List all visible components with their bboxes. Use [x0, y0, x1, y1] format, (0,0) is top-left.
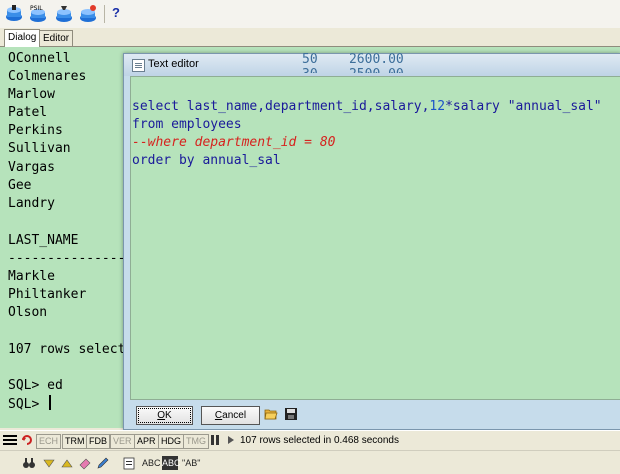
console-line: OConnell: [8, 51, 71, 66]
console-prompt-active[interactable]: SQL>: [8, 395, 52, 413]
text-editor-dialog: Text editor 50 2600.00 30 2500.00 select…: [123, 52, 620, 430]
arrow-up-icon[interactable]: [60, 456, 74, 470]
eraser-icon[interactable]: [78, 456, 92, 470]
console-line: Philtanker: [8, 287, 87, 302]
salary-expression: *salary: [445, 99, 508, 114]
editor-line-order-by: order by annual_sal: [132, 153, 281, 168]
cancel-label-rest: ancel: [222, 410, 247, 421]
main-toolbar: PSIL ?: [0, 0, 620, 29]
case-abc-button[interactable]: ABC: [142, 456, 161, 470]
alias-string: "annual_sal": [507, 99, 602, 114]
dialog-title-bar[interactable]: Text editor 50 2600.00 30 2500.00: [124, 52, 620, 76]
status-heading[interactable]: HDG: [158, 434, 184, 449]
arrow-down-icon[interactable]: [42, 456, 56, 470]
console-line: Perkins: [8, 123, 63, 138]
status-message: 107 rows selected in 0.468 seconds: [240, 435, 399, 446]
select-clause: select last_name,department_id,salary,: [132, 99, 430, 114]
dialog-title: Text editor: [148, 58, 199, 70]
console-prompt-line: SQL> ed: [8, 378, 63, 393]
console-line: Landry: [8, 196, 55, 211]
editor-line-comment: --where department_id = 80: [132, 135, 336, 150]
clipboard-icon[interactable]: [122, 456, 136, 470]
tab-dialog[interactable]: Dialog: [4, 29, 41, 47]
console-line: Gee: [8, 178, 32, 193]
tab-editor[interactable]: Editor: [39, 30, 74, 46]
bottom-toolbar: ABC ABC "AB": [0, 450, 620, 474]
lines-icon: [2, 433, 18, 447]
sql-editor-textarea[interactable]: select last_name,department_id,salary,12…: [130, 76, 620, 400]
console-line: Sullivan: [8, 141, 71, 156]
open-folder-icon[interactable]: [264, 407, 278, 421]
background-result-row: 50 2600.00: [302, 52, 404, 67]
ok-label-rest: K: [165, 410, 172, 421]
console-line: Marlow: [8, 87, 55, 102]
quote-ab-button[interactable]: "AB": [182, 456, 200, 470]
editor-line-from: from employees: [132, 117, 242, 132]
status-feedback[interactable]: FDB: [86, 434, 110, 449]
ok-button[interactable]: OK: [136, 406, 193, 425]
console-line: Colmenares: [8, 69, 87, 84]
editor-line-select: select last_name,department_id,salary,12…: [132, 98, 602, 116]
cancel-button[interactable]: Cancel: [201, 406, 260, 425]
dialog-button-row: OK Cancel: [124, 399, 620, 429]
console-prompt: SQL>: [8, 397, 48, 412]
console-line: Patel: [8, 105, 48, 120]
document-icon: [132, 59, 145, 72]
binoculars-icon[interactable]: [22, 456, 36, 470]
console-divider: -----------------: [8, 251, 142, 266]
tab-bar: Dialog Editor: [0, 28, 620, 47]
pencil-icon[interactable]: [96, 456, 110, 470]
toolbar-separator: [104, 5, 105, 23]
reconnect-icon[interactable]: [20, 433, 34, 447]
sql-buffer-icon[interactable]: PSIL: [28, 4, 48, 24]
console-column-header: LAST_NAME: [8, 233, 79, 248]
status-autoprint[interactable]: APR: [134, 434, 159, 449]
console-line: Vargas: [8, 160, 55, 175]
status-termout[interactable]: TRM: [62, 434, 88, 449]
status-verify[interactable]: VER: [110, 434, 135, 449]
ok-mnemonic: O: [157, 410, 166, 421]
status-timing[interactable]: TMG: [183, 434, 209, 449]
background-result-row: 30 2500.00: [302, 67, 404, 73]
save-icon[interactable]: [284, 407, 298, 421]
sql-buffer-label: PSIL: [30, 5, 43, 12]
status-echo[interactable]: ECH: [36, 434, 62, 449]
console-line: Markle: [8, 269, 55, 284]
status-bar: ECH TRM FDB VER APR HDG TMG 107 rows sel…: [0, 430, 620, 450]
case-abc-inverse-button[interactable]: ABC: [162, 456, 181, 470]
text-cursor: [49, 395, 52, 410]
help-button[interactable]: ?: [112, 5, 120, 20]
arrow-right-icon: [224, 433, 238, 447]
disconnect-icon[interactable]: [78, 4, 98, 24]
pause-icon[interactable]: [208, 433, 222, 447]
connect-icon[interactable]: [4, 4, 24, 24]
console-line: Olson: [8, 305, 48, 320]
number-literal: 12: [429, 99, 446, 114]
clear-icon[interactable]: [54, 4, 74, 24]
